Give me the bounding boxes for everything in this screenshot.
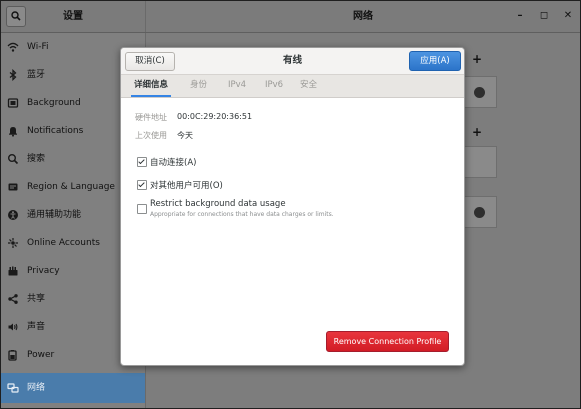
notifications-icon <box>7 125 19 137</box>
power-icon <box>7 349 19 361</box>
settings-gear-icon[interactable] <box>474 87 485 98</box>
add-proxy-button[interactable]: + <box>472 125 482 139</box>
sidebar-item-label: 搜索 <box>27 154 46 164</box>
settings-gear-icon[interactable] <box>474 207 485 218</box>
share-icon <box>7 293 19 305</box>
sidebar-item-label: 蓝牙 <box>27 70 46 80</box>
cancel-button[interactable]: 取消(C) <box>125 52 175 71</box>
network-icon <box>7 382 19 394</box>
last-used-label: 上次使用 <box>135 131 167 140</box>
tab-security[interactable]: 安全 <box>297 75 320 97</box>
restrict-background-label[interactable]: Restrict background data usage <box>150 199 286 209</box>
region-icon <box>7 181 19 193</box>
sidebar-item-label: Privacy <box>27 266 60 276</box>
apply-button[interactable]: 应用(A) <box>409 51 461 71</box>
header-bar: 设置 网络 – ◻ ✕ <box>1 1 580 33</box>
restrict-background-description: Appropriate for connections that have da… <box>150 211 334 218</box>
wifi-icon <box>7 41 19 53</box>
close-button[interactable]: ✕ <box>560 8 576 24</box>
search-icon <box>7 153 19 165</box>
sidebar-header: 设置 <box>1 1 146 32</box>
dialog-tabs: 详细信息 身份 IPv4 IPv6 安全 <box>121 75 464 98</box>
vpn-card <box>461 146 497 178</box>
dialog-title: 有线 <box>282 55 302 66</box>
maximize-button[interactable]: ◻ <box>536 8 552 24</box>
accessibility-icon <box>7 209 19 221</box>
minimize-button[interactable]: – <box>512 8 528 24</box>
sidebar-item-label: Power <box>27 350 55 360</box>
auto-connect-label[interactable]: 自动连接(A) <box>150 156 196 168</box>
search-icon <box>11 11 21 21</box>
sidebar-item-network[interactable]: 网络 <box>1 373 145 403</box>
tab-ipv6[interactable]: IPv6 <box>262 75 286 97</box>
hardware-address-value: 00:0C:29:20:36:51 <box>177 112 253 121</box>
sidebar-item-label: 声音 <box>27 322 46 332</box>
wired-connection-dialog: 取消(C) 有线 应用(A) 详细信息 身份 IPv4 IPv6 安全 硬件地址… <box>120 47 465 366</box>
dialog-header: 取消(C) 有线 应用(A) <box>121 48 464 75</box>
sidebar-title: 设置 <box>63 11 83 22</box>
restrict-background-checkbox[interactable] <box>137 204 147 214</box>
sidebar-item-label: 共享 <box>27 294 46 304</box>
last-used-value: 今天 <box>177 131 193 140</box>
sidebar-item-label: Background <box>27 98 81 108</box>
all-users-label[interactable]: 对其他用户可用(O) <box>150 179 223 191</box>
tab-details[interactable]: 详细信息 <box>131 75 172 97</box>
all-users-checkbox[interactable] <box>137 180 147 190</box>
background-icon <box>7 97 19 109</box>
sidebar-item-label: Wi-Fi <box>27 42 49 52</box>
search-button[interactable] <box>6 6 26 27</box>
sidebar-item-label: 网络 <box>27 383 46 393</box>
proxy-card <box>461 196 497 228</box>
remove-connection-profile-button[interactable]: Remove Connection Profile <box>326 331 449 352</box>
sidebar-item-label: 通用辅助功能 <box>27 210 82 220</box>
settings-window: 设置 网络 – ◻ ✕ Wi-Fi 蓝牙 Background Notifica… <box>0 0 581 409</box>
sidebar-item-label: Online Accounts <box>27 238 100 248</box>
sound-icon <box>7 321 19 333</box>
sidebar-item-label: Region & Language <box>27 182 115 192</box>
wired-card <box>461 76 497 108</box>
auto-connect-checkbox[interactable] <box>137 157 147 167</box>
tab-ipv4[interactable]: IPv4 <box>225 75 249 97</box>
bluetooth-icon <box>7 68 19 82</box>
online-accounts-icon <box>7 237 19 249</box>
sidebar-item-label: Notifications <box>27 126 84 136</box>
tab-identity[interactable]: 身份 <box>187 75 210 97</box>
add-vpn-button[interactable]: + <box>472 52 482 66</box>
privacy-icon <box>7 265 19 277</box>
hardware-address-label: 硬件地址 <box>135 113 167 122</box>
